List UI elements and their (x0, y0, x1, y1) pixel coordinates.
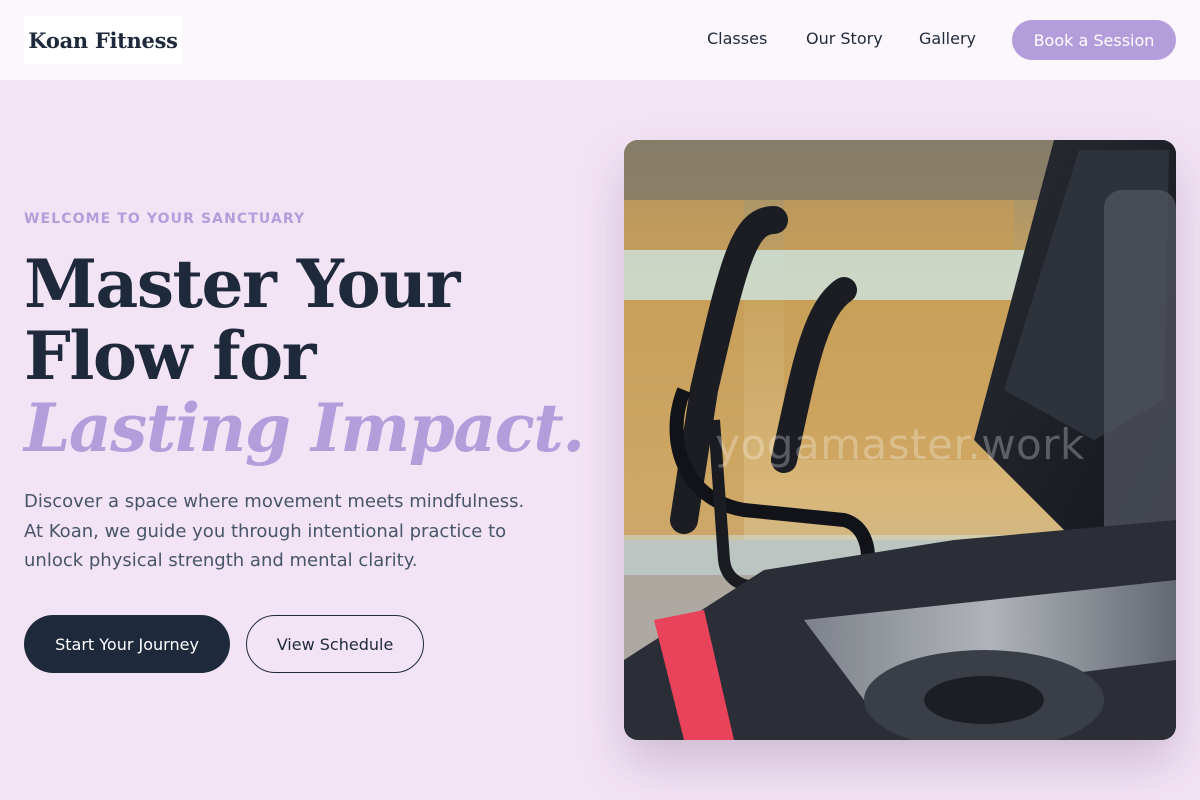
hero-description: Discover a space where movement meets mi… (24, 491, 525, 571)
view-schedule-button[interactable]: View Schedule (246, 615, 424, 673)
hero-image: yogamaster.work (624, 140, 1176, 740)
gym-equipment-photo (624, 140, 1176, 740)
nav-link-gallery[interactable]: Gallery (919, 29, 976, 48)
hero-eyebrow: WELCOME TO YOUR SANCTUARY (24, 211, 306, 227)
start-journey-button[interactable]: Start Your Journey (24, 615, 230, 673)
hero-headline: Master Your Flow for Lasting Impact. (24, 245, 585, 467)
nav-link-classes[interactable]: Classes (707, 29, 767, 48)
site-header: Koan Fitness Classes Our Story Gallery B… (0, 0, 1200, 80)
hero-headline-accent: Lasting Impact. (24, 389, 585, 467)
book-session-button[interactable]: Book a Session (1012, 20, 1176, 60)
logo[interactable]: Koan Fitness (24, 16, 182, 64)
nav-link-our-story[interactable]: Our Story (806, 29, 883, 48)
hero-headline-main: Master Your Flow for (24, 245, 460, 395)
